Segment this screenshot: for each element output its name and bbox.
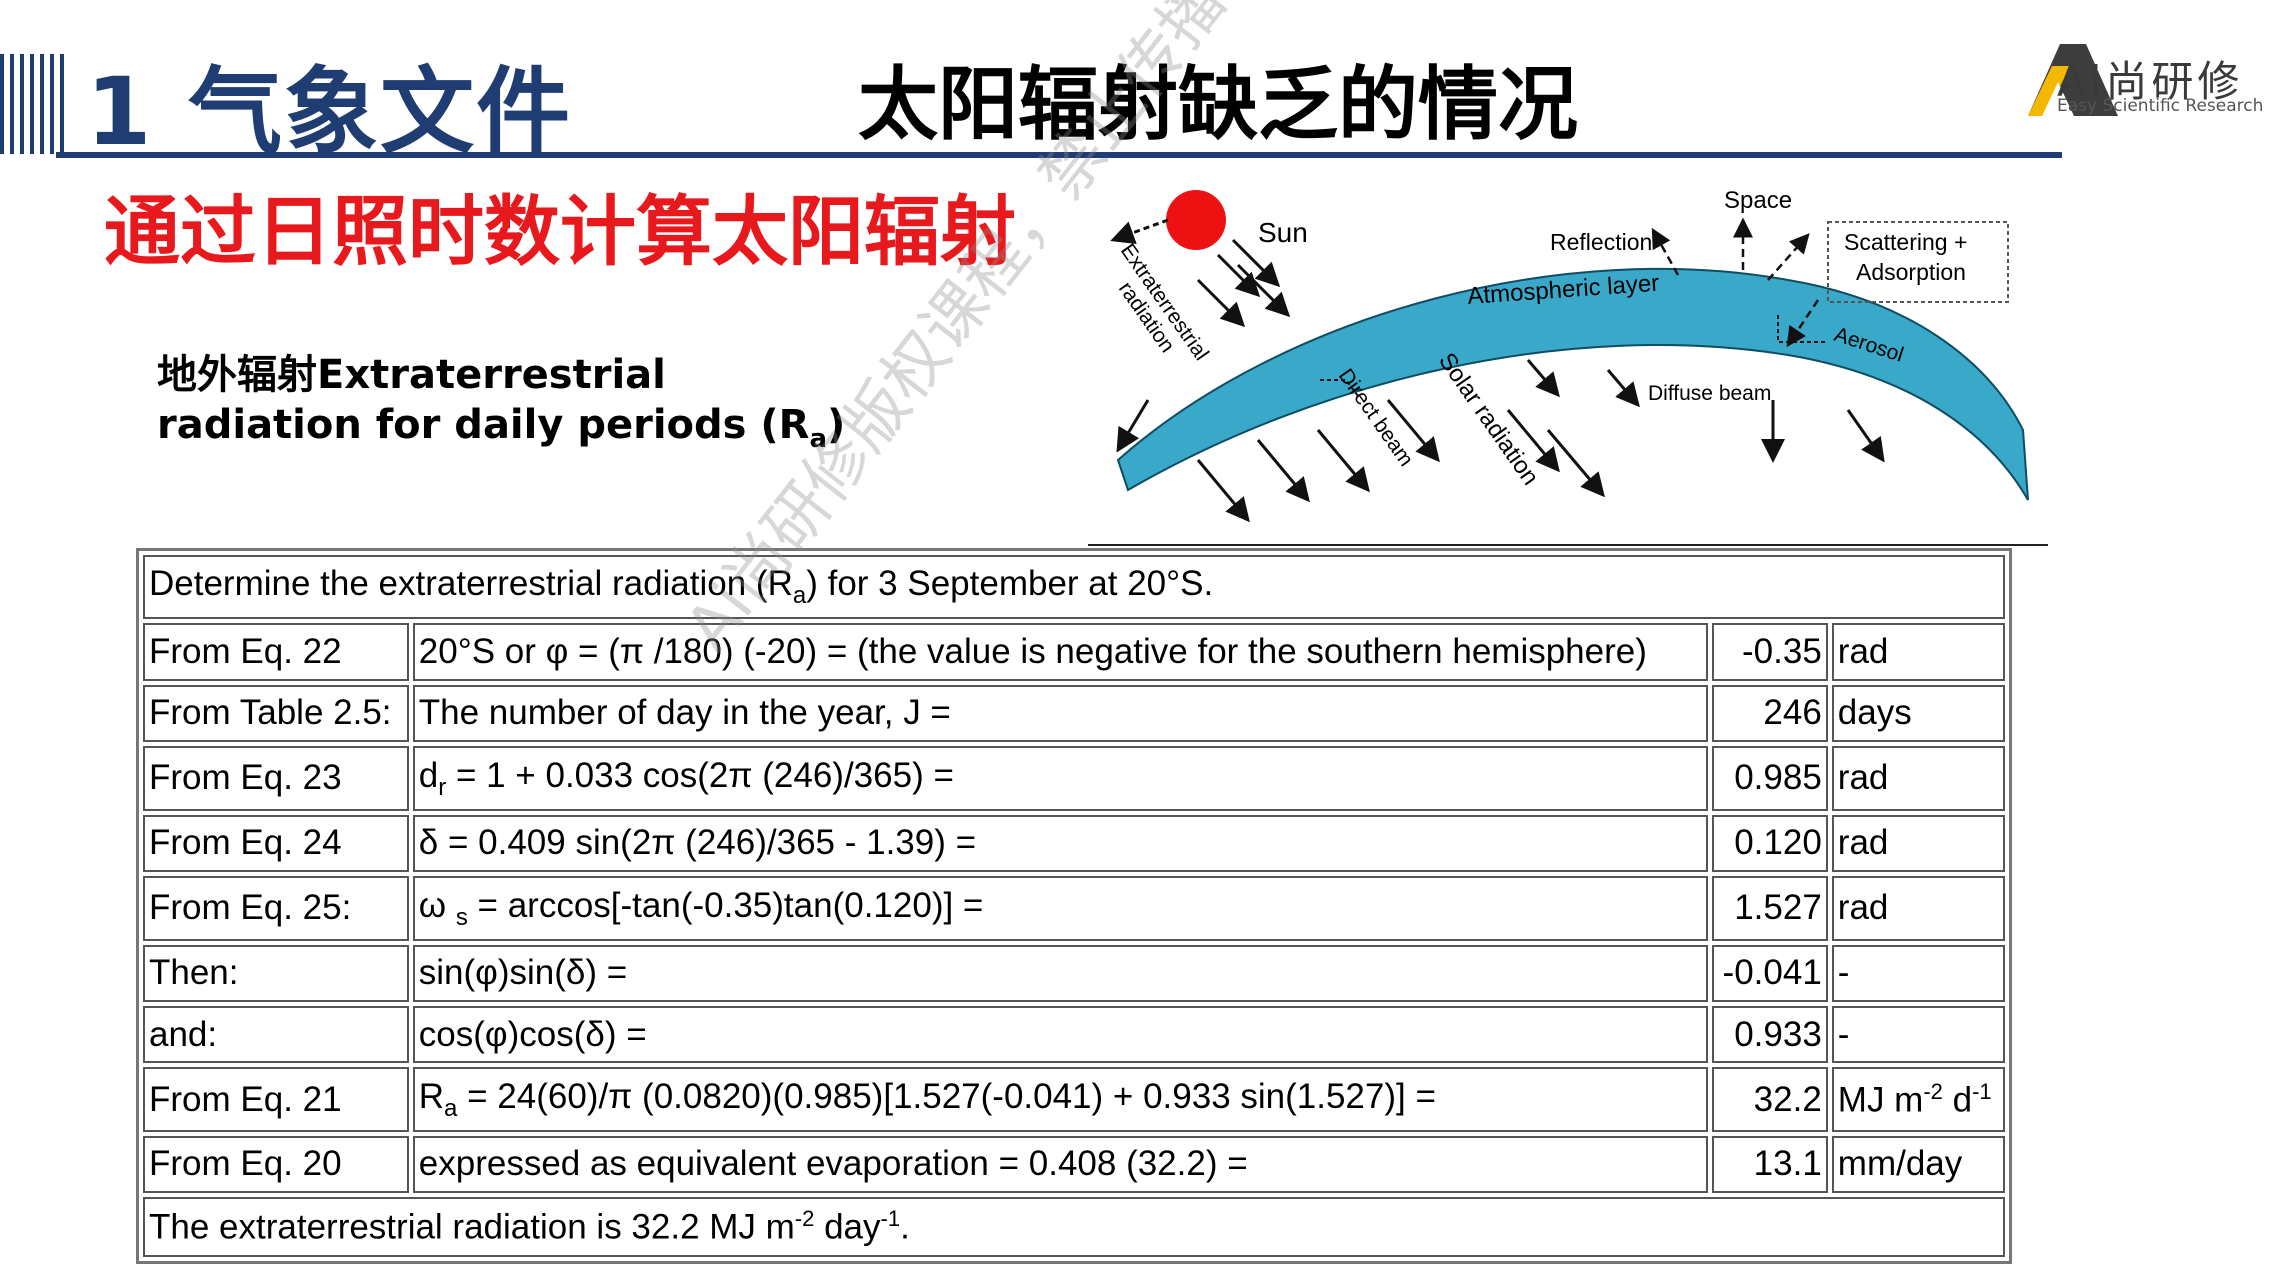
table-title-row: Determine the extraterrestrial radiation…: [143, 555, 2005, 620]
cell-value: 0.985: [1711, 746, 1828, 811]
cell-value: 0.933: [1711, 1005, 1828, 1064]
label-diffuse-beam: Diffuse beam: [1648, 382, 1771, 405]
label-solar-radiation: Solar radiation: [1433, 348, 1544, 490]
page-title: 太阳辐射缺乏的情况: [858, 58, 1578, 151]
calculation-table: Determine the extraterrestrial radiation…: [136, 548, 2012, 1264]
cell-formula: 20°S or φ = (π /180) (-20) = (the value …: [412, 623, 1708, 681]
label-space: Space: [1724, 187, 1792, 214]
red-heading: 通过日照时数计算太阳辐射: [104, 187, 1016, 276]
cell-source: From Eq. 23: [143, 746, 409, 811]
sub-heading-line2: radiation for daily periods (Ra): [157, 402, 846, 454]
label-scattering-2: Adsorption: [1856, 259, 1966, 285]
header-accent-bars: [0, 54, 64, 154]
cell-source: From Eq. 22: [143, 623, 409, 681]
cell-value: 32.2: [1711, 1067, 1828, 1132]
cell-unit: -: [1831, 944, 2005, 1002]
sub-heading-line1: 地外辐射Extraterrestrial: [157, 352, 666, 398]
atmosphere-diagram: Sun Space Reflection Scattering + Adsorp…: [1088, 187, 2048, 546]
cell-formula: cos(φ)cos(δ) =: [412, 1005, 1708, 1064]
table-row: From Eq. 25: ω s = arccos[-tan(-0.35)tan…: [143, 876, 2005, 941]
cell-value: -0.041: [1711, 944, 1828, 1002]
cell-source: From Eq. 24: [143, 814, 409, 873]
cell-value: -0.35: [1711, 623, 1828, 681]
cell-unit: days: [1831, 684, 2005, 743]
table-footer: The extraterrestrial radiation is 32.2 M…: [143, 1197, 2005, 1257]
cell-formula: ω s = arccos[-tan(-0.35)tan(0.120)] =: [412, 876, 1708, 941]
cell-formula: sin(φ)sin(δ) =: [412, 944, 1708, 1002]
table-row: Then: sin(φ)sin(δ) = -0.041 -: [143, 944, 2005, 1002]
cell-unit: -: [1831, 1005, 2005, 1064]
cell-unit: rad: [1831, 746, 2005, 811]
label-scattering-1: Scattering +: [1844, 229, 1967, 255]
table-row: and: cos(φ)cos(δ) = 0.933 -: [143, 1005, 2005, 1064]
cell-value: 13.1: [1711, 1135, 1828, 1194]
cell-source: From Eq. 21: [143, 1067, 409, 1132]
cell-unit: MJ m-2 d-1: [1831, 1067, 2005, 1132]
cell-source: and:: [143, 1005, 409, 1064]
cell-source: From Eq. 20: [143, 1135, 409, 1194]
label-sun: Sun: [1258, 217, 1308, 248]
cell-value: 246: [1711, 684, 1828, 743]
cell-source: From Eq. 25:: [143, 876, 409, 941]
cell-unit: rad: [1831, 814, 2005, 873]
label-reflection: Reflection: [1550, 229, 1652, 255]
cell-source: From Table 2.5:: [143, 684, 409, 743]
table-footer-row: The extraterrestrial radiation is 32.2 M…: [143, 1197, 2005, 1257]
sub-heading: 地外辐射Extraterrestrial radiation for daily…: [157, 350, 845, 464]
cell-formula: expressed as equivalent evaporation = 0.…: [412, 1135, 1708, 1194]
cell-value: 1.527: [1711, 876, 1828, 941]
sun-icon: [1166, 190, 1226, 250]
table-row: From Eq. 23 dr = 1 + 0.033 cos(2π (246)/…: [143, 746, 2005, 811]
cell-value: 0.120: [1711, 814, 1828, 873]
section-title: 1 气象文件: [86, 58, 573, 167]
table-title: Determine the extraterrestrial radiation…: [143, 555, 2005, 620]
cell-source: Then:: [143, 944, 409, 1002]
table-row: From Eq. 21 Ra = 24(60)/π (0.0820)(0.985…: [143, 1067, 2005, 1132]
atmospheric-layer: [1116, 267, 2029, 501]
table-row: From Eq. 20 expressed as equivalent evap…: [143, 1135, 2005, 1194]
cell-unit: rad: [1831, 623, 2005, 681]
cell-unit: mm/day: [1831, 1135, 2005, 1194]
cell-formula: Ra = 24(60)/π (0.0820)(0.985)[1.527(-0.0…: [412, 1067, 1708, 1132]
table-row: From Table 2.5: The number of day in the…: [143, 684, 2005, 743]
cell-formula: δ = 0.409 sin(2π (246)/365 - 1.39) =: [412, 814, 1708, 873]
table-row: From Eq. 22 20°S or φ = (π /180) (-20) =…: [143, 623, 2005, 681]
logo-subtitle: Easy Scientific Research: [2057, 96, 2264, 116]
cell-unit: rad: [1831, 876, 2005, 941]
table-row: From Eq. 24 δ = 0.409 sin(2π (246)/365 -…: [143, 814, 2005, 873]
cell-formula: dr = 1 + 0.033 cos(2π (246)/365) =: [412, 746, 1708, 811]
cell-formula: The number of day in the year, J =: [412, 684, 1708, 743]
